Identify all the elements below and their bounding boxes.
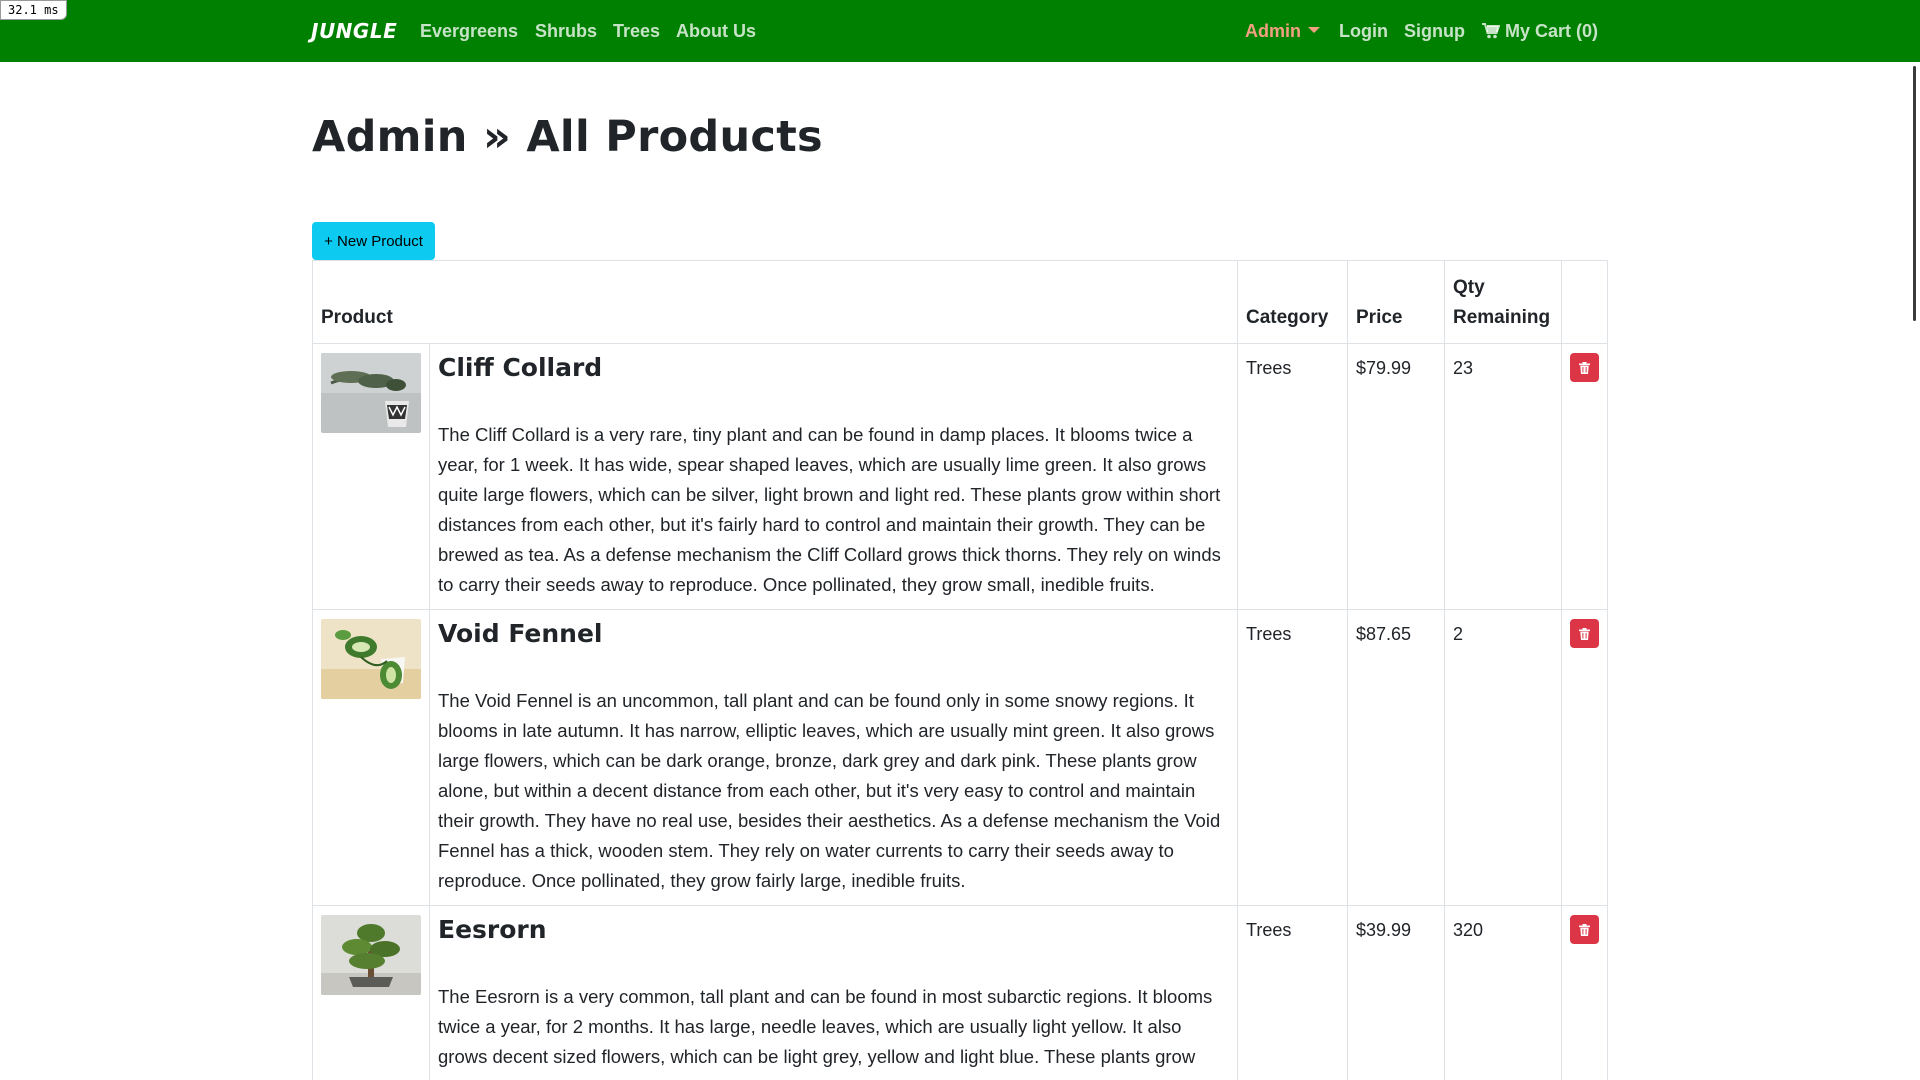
table-row: Eesrorn The Eesrorn is a very common, ta…	[312, 905, 1608, 1080]
product-actions-cell	[1561, 343, 1608, 610]
trash-icon	[1579, 361, 1590, 374]
trash-icon	[1579, 923, 1590, 936]
product-image-cell	[312, 905, 430, 1080]
product-name: Eesrorn	[438, 915, 547, 944]
product-category: Trees	[1237, 343, 1348, 610]
nav-link-trees[interactable]: Trees	[613, 21, 660, 42]
admin-dropdown-label: Admin	[1245, 21, 1301, 41]
product-category: Trees	[1237, 905, 1348, 1080]
product-qty: 2	[1444, 609, 1562, 906]
header-product: Product	[312, 260, 1238, 344]
product-price: $39.99	[1347, 905, 1445, 1080]
product-description: The Cliff Collard is a very rare, tiny p…	[438, 424, 1221, 595]
product-qty: 23	[1444, 343, 1562, 610]
product-image-eesrorn[interactable]	[321, 915, 421, 995]
trash-icon	[1579, 627, 1590, 640]
page-title: Admin » All Products	[312, 112, 823, 162]
product-info-cell: Cliff Collard The Cliff Collard is a ver…	[429, 343, 1238, 610]
product-image-cliff-collard[interactable]	[321, 353, 421, 433]
product-qty: 320	[1444, 905, 1562, 1080]
render-timer: 32.1 ms	[0, 0, 67, 20]
caret-down-icon	[1308, 27, 1320, 33]
nav-link-signup[interactable]: Signup	[1404, 21, 1465, 42]
navbar: JUNGLE Evergreens Shrubs Trees About Us …	[0, 0, 1920, 62]
table-header-row: Product Category Price Qty Remaining	[312, 260, 1608, 344]
product-info-cell: Eesrorn The Eesrorn is a very common, ta…	[429, 905, 1238, 1080]
delete-product-button[interactable]	[1570, 915, 1599, 944]
nav-link-login[interactable]: Login	[1339, 21, 1388, 42]
new-product-button[interactable]: + New Product	[312, 222, 435, 260]
product-image-cell	[312, 343, 430, 610]
header-qty-line1: Qty	[1453, 277, 1485, 298]
product-description: The Eesrorn is a very common, tall plant…	[438, 986, 1213, 1067]
products-table: Product Category Price Qty Remaining Cli…	[312, 260, 1608, 1080]
cart-label: My Cart (0)	[1505, 21, 1599, 41]
table-row: Void Fennel The Void Fennel is an uncomm…	[312, 609, 1608, 906]
product-price: $87.65	[1347, 609, 1445, 906]
header-category: Category	[1237, 260, 1348, 344]
product-image-void-fennel[interactable]	[321, 619, 421, 699]
cart-icon	[1482, 23, 1500, 39]
nav-link-evergreens[interactable]: Evergreens	[420, 21, 518, 42]
header-actions	[1561, 260, 1608, 344]
product-name: Void Fennel	[438, 619, 603, 648]
header-qty-remaining: Qty Remaining	[1444, 260, 1562, 344]
product-image-cell	[312, 609, 430, 906]
admin-dropdown[interactable]: Admin	[1245, 21, 1320, 42]
delete-product-button[interactable]	[1570, 619, 1599, 648]
product-name: Cliff Collard	[438, 353, 603, 382]
product-info-cell: Void Fennel The Void Fennel is an uncomm…	[429, 609, 1238, 906]
header-price: Price	[1347, 260, 1445, 344]
nav-link-about-us[interactable]: About Us	[676, 21, 756, 42]
product-description: The Void Fennel is an uncommon, tall pla…	[438, 690, 1221, 891]
product-actions-cell	[1561, 609, 1608, 906]
table-row: Cliff Collard The Cliff Collard is a ver…	[312, 343, 1608, 610]
header-qty-line2: Remaining	[1453, 307, 1551, 328]
product-actions-cell	[1561, 905, 1608, 1080]
brand-logo[interactable]: JUNGLE	[311, 19, 397, 43]
product-category: Trees	[1237, 609, 1348, 906]
scrollbar-thumb[interactable]	[1913, 66, 1916, 321]
nav-link-cart[interactable]: My Cart (0)	[1482, 21, 1598, 42]
nav-link-shrubs[interactable]: Shrubs	[535, 21, 597, 42]
product-price: $79.99	[1347, 343, 1445, 610]
delete-product-button[interactable]	[1570, 353, 1599, 382]
